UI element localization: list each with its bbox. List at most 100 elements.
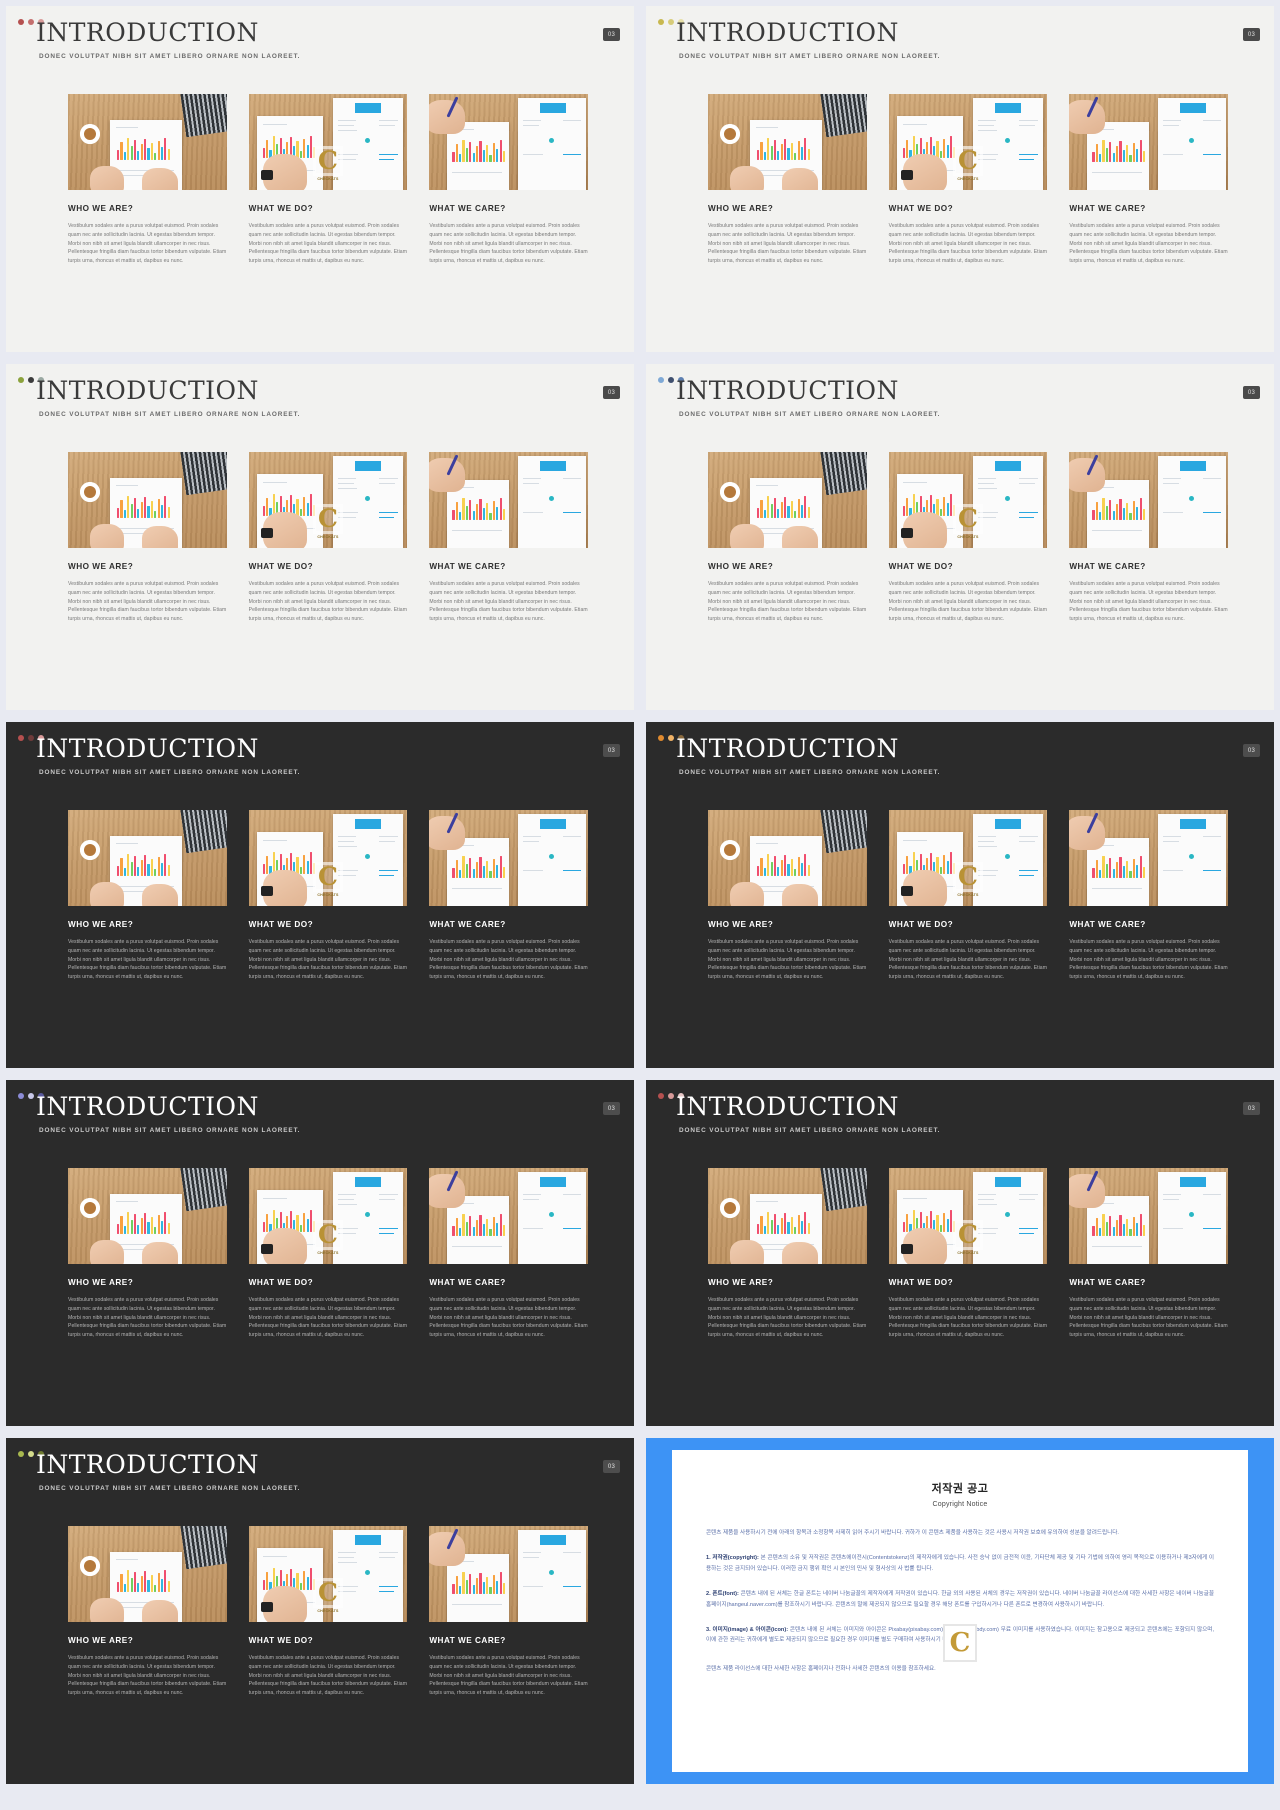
blue-header-block [995,103,1022,113]
content-column-2: C CHECKATS WHAT WE DO? Vestibulum sodale… [888,1168,1048,1340]
header-dot-1 [658,735,664,741]
slide-6[interactable]: INTRODUCTION DONEC VOLUTPAT NIBH SIT AME… [646,722,1274,1068]
slide-header: INTRODUCTION DONEC VOLUTPAT NIBH SIT AME… [676,20,940,60]
header-dot-1 [18,19,24,25]
slide-7[interactable]: INTRODUCTION DONEC VOLUTPAT NIBH SIT AME… [6,1080,634,1426]
header-dot-2 [28,377,34,383]
columns-container: WHO WE ARE? Vestibulum sodales ante a pu… [68,94,588,266]
hand-illustration [782,526,818,548]
slide-header: INTRODUCTION DONEC VOLUTPAT NIBH SIT AME… [36,1452,300,1492]
teal-dot-icon [549,1570,554,1575]
column-photo-3 [1069,1168,1228,1264]
column-body-2: Vestibulum sodales ante a purus volutpat… [248,939,407,980]
column-heading-3: WHAT WE CARE? [1069,920,1146,929]
page-subtitle: DONEC VOLUTPAT NIBH SIT AMET LIBERO ORNA… [39,53,301,60]
page-subtitle: DONEC VOLUTPAT NIBH SIT AMET LIBERO ORNA… [679,1127,941,1134]
teal-dot-icon [365,496,371,501]
content-column-1: WHO WE ARE? Vestibulum sodales ante a pu… [68,810,227,982]
blue-header-block [540,1535,566,1545]
content-column-1: WHO WE ARE? Vestibulum sodales ante a pu… [68,1526,227,1698]
content-column-3: WHAT WE CARE? Vestibulum sodales ante a … [1069,452,1228,624]
report-document-illustration [518,1530,586,1622]
content-column-3: WHAT WE CARE? Vestibulum sodales ante a … [429,1168,588,1340]
bar-chart-illustration [452,1572,506,1594]
report-document-illustration [973,1172,1044,1264]
hand-illustration [90,882,124,906]
page-subtitle: DONEC VOLUTPAT NIBH SIT AMET LIBERO ORNA… [679,53,941,60]
bar-chart-illustration [117,854,170,876]
column-heading-2: WHAT WE DO? [888,1278,954,1287]
blue-header-block [995,1177,1022,1187]
slide-header: INTRODUCTION DONEC VOLUTPAT NIBH SIT AME… [676,378,940,418]
report-document-illustration [973,456,1044,548]
content-column-3: WHAT WE CARE? Vestibulum sodales ante a … [1069,94,1228,266]
hand-illustration [142,1600,178,1622]
slide-2[interactable]: INTRODUCTION DONEC VOLUTPAT NIBH SIT AME… [646,6,1274,352]
slide-9[interactable]: INTRODUCTION DONEC VOLUTPAT NIBH SIT AME… [6,1438,634,1784]
page-title: INTRODUCTION [676,376,899,405]
copyright-notice-slide[interactable]: 저작권 공고 Copyright Notice 콘텐츠 제품을 사용하시기 전에… [646,1438,1274,1784]
copyright-item-label-3: 3. 이미지(image) & 아이콘(icon): [706,1626,789,1633]
slide-4[interactable]: INTRODUCTION DONEC VOLUTPAT NIBH SIT AME… [646,364,1274,710]
teal-dot-icon [1189,854,1194,859]
page-number-badge: 03 [603,744,620,757]
content-column-3: WHAT WE CARE? Vestibulum sodales ante a … [429,94,588,266]
slide-3[interactable]: INTRODUCTION DONEC VOLUTPAT NIBH SIT AME… [6,364,634,710]
wristwatch-illustration [900,1244,913,1254]
laptop-illustration [819,94,867,138]
slide-8[interactable]: INTRODUCTION DONEC VOLUTPAT NIBH SIT AME… [646,1080,1274,1426]
column-body-2: Vestibulum sodales ante a purus volutpat… [248,1297,407,1338]
blue-header-block [355,1535,382,1545]
bar-chart-illustration [452,140,506,162]
page-subtitle: DONEC VOLUTPAT NIBH SIT AMET LIBERO ORNA… [39,1485,301,1492]
coffee-cup-illustration [720,482,740,502]
blue-header-block [1180,461,1206,471]
blue-header-block [355,103,382,113]
column-heading-3: WHAT WE CARE? [429,562,506,571]
header-dot-1 [18,377,24,383]
slide-1[interactable]: INTRODUCTION DONEC VOLUTPAT NIBH SIT AME… [6,6,634,352]
content-column-1: WHO WE ARE? Vestibulum sodales ante a pu… [708,810,867,982]
copyright-item-1: 1. 저작권(copyright): 본 콘텐츠의 소유 및 저작권은 콘텐츠에… [706,1553,1214,1575]
column-photo-1 [68,1526,227,1622]
page-number-badge: 03 [603,1102,620,1115]
hand-illustration [730,166,764,190]
bar-chart-illustration [1092,140,1146,162]
column-photo-1 [708,452,867,548]
column-body-1: Vestibulum sodales ante a purus volutpat… [68,1297,227,1338]
page-number-badge: 03 [1243,744,1260,757]
teal-dot-icon [1005,496,1011,501]
column-photo-3 [429,452,588,548]
copyright-item-label-2: 2. 폰트(font): [706,1590,739,1597]
column-heading-1: WHO WE ARE? [68,562,134,571]
column-photo-1 [68,452,227,548]
report-document-illustration [1158,1172,1226,1264]
report-document-illustration [333,98,404,190]
bar-chart-illustration [117,1570,170,1592]
header-dot-1 [658,19,664,25]
content-column-2: C CHECKATS WHAT WE DO? Vestibulum sodale… [248,94,408,266]
slide-header: INTRODUCTION DONEC VOLUTPAT NIBH SIT AME… [676,1094,940,1134]
content-column-2: C CHECKATS WHAT WE DO? Vestibulum sodale… [248,452,408,624]
hand-illustration [142,1242,178,1264]
teal-dot-icon [1189,1212,1194,1217]
column-photo-3 [429,810,588,906]
hand-illustration [782,168,818,190]
header-dot-2 [28,735,34,741]
slide-5[interactable]: INTRODUCTION DONEC VOLUTPAT NIBH SIT AME… [6,722,634,1068]
column-heading-1: WHO WE ARE? [708,204,774,213]
hand-illustration [142,168,178,190]
wristwatch-illustration [260,1244,273,1254]
bar-chart-illustration [452,1214,506,1236]
blue-header-block [355,1177,382,1187]
column-body-2: Vestibulum sodales ante a purus volutpat… [888,1297,1047,1338]
hand-illustration [730,882,764,906]
column-photo-1 [708,94,867,190]
hand-illustration [142,884,178,906]
hand-illustration [90,1598,124,1622]
wristwatch-illustration [900,528,913,538]
content-column-1: WHO WE ARE? Vestibulum sodales ante a pu… [68,452,227,624]
report-document-illustration [333,814,404,906]
copyright-item-2: 2. 폰트(font): 콘텐츠 내에 된 서체는 한글 폰트는 네이버 나눔글… [706,1589,1214,1611]
columns-container: WHO WE ARE? Vestibulum sodales ante a pu… [68,1168,588,1340]
